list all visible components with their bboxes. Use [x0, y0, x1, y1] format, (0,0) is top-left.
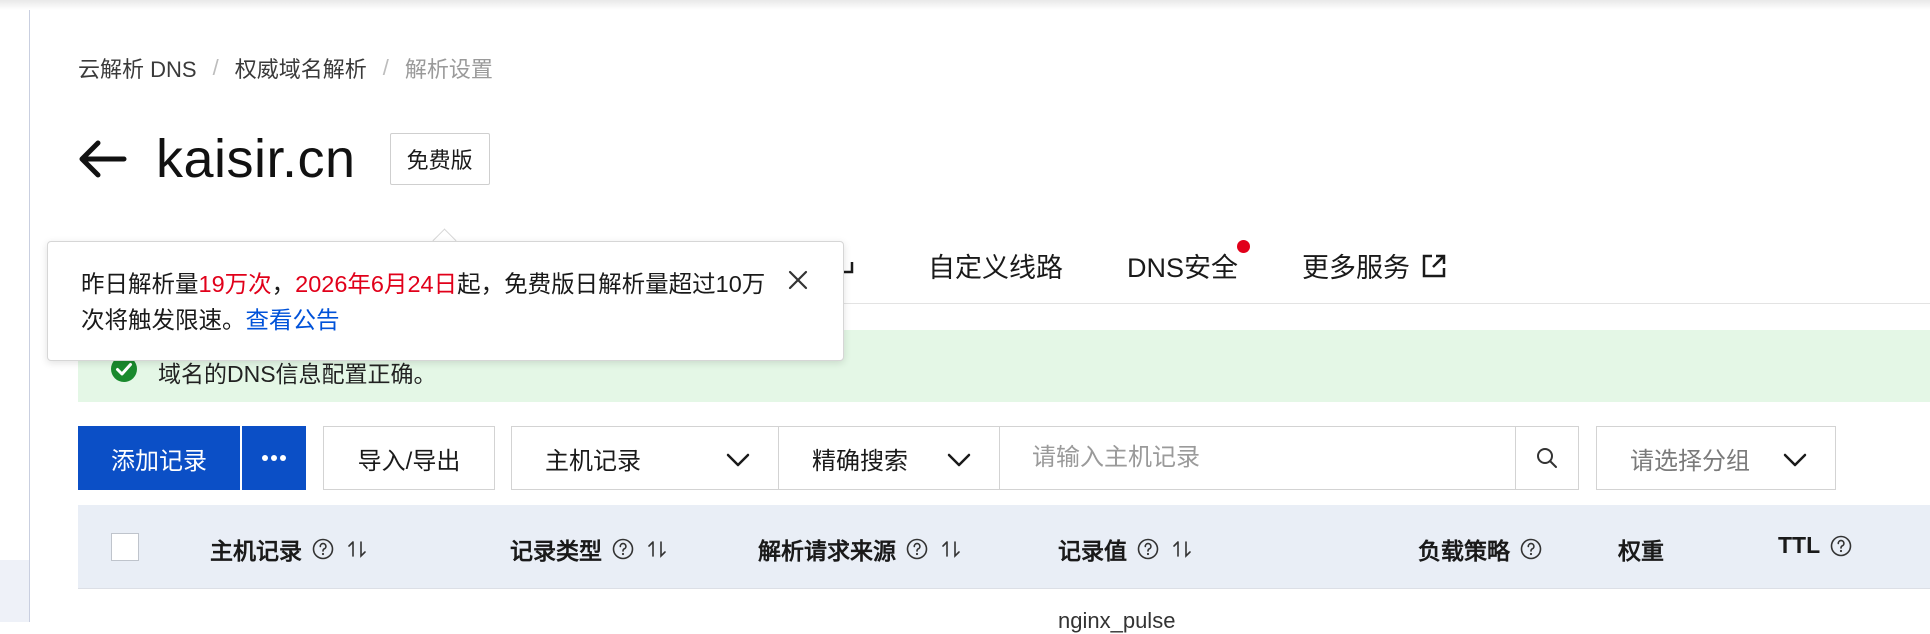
more-actions-button[interactable] [242, 426, 306, 490]
match-mode-select[interactable]: 精确搜索 [778, 426, 1000, 490]
breadcrumb: 云解析 DNS / 权威域名解析 / 解析设置 [78, 52, 493, 84]
column-label: 权重 [1618, 538, 1664, 564]
tab-dns-security[interactable]: DNS安全 [1127, 240, 1251, 285]
tab-label: 更多服务 [1302, 253, 1411, 283]
tab-label: 自定义线路 [928, 253, 1063, 283]
view-announcement-link[interactable]: 查看公告 [246, 307, 340, 333]
sort-icon[interactable] [346, 538, 368, 560]
column-request-source[interactable]: 解析请求来源 [758, 532, 962, 566]
help-circle-icon[interactable] [906, 538, 928, 560]
select-value: 精确搜索 [812, 447, 908, 475]
breadcrumb-item-authoritative[interactable]: 权威域名解析 [235, 52, 367, 84]
sort-icon[interactable] [940, 538, 962, 560]
column-record-type[interactable]: 记录类型 [510, 532, 668, 566]
column-weight: 权重 [1618, 532, 1664, 566]
group-select[interactable]: 请选择分组 [1596, 426, 1836, 490]
tooltip-text-part: ， [271, 271, 296, 297]
quota-tooltip: 昨日解析量19万次，2026年6月24日起，免费版日解析量超过10万次将触发限速… [47, 241, 844, 361]
breadcrumb-item-dns[interactable]: 云解析 DNS [78, 52, 197, 84]
plan-badge: 免费版 [389, 133, 490, 185]
chevron-down-icon [947, 453, 971, 467]
column-label: TTL [1778, 532, 1821, 558]
arrow-left-icon [79, 140, 127, 178]
select-value: 主机记录 [545, 447, 641, 475]
help-circle-icon[interactable] [1830, 535, 1852, 557]
help-circle-icon[interactable] [612, 538, 634, 560]
tooltip-highlight-date: 2026年6月24日 [295, 271, 458, 297]
breadcrumb-item-current: 解析设置 [404, 57, 493, 82]
tab-more-services[interactable]: 更多服务 [1302, 246, 1448, 285]
column-record-value[interactable]: 记录值 [1058, 532, 1193, 566]
select-placeholder: 请选择分组 [1630, 447, 1750, 475]
back-button[interactable] [76, 137, 132, 181]
tooltip-message: 昨日解析量19万次，2026年6月24日起，免费版日解析量超过10万次将触发限速… [81, 266, 781, 338]
column-ttl: TTL [1778, 532, 1852, 559]
search-button[interactable] [1515, 426, 1579, 490]
breadcrumb-separator: / [212, 55, 219, 80]
column-load-policy: 负载策略 [1418, 532, 1542, 566]
help-circle-icon[interactable] [1137, 538, 1159, 560]
column-label: 负载策略 [1418, 538, 1510, 564]
close-icon [788, 270, 808, 290]
close-button[interactable] [788, 270, 808, 295]
column-label: 解析请求来源 [758, 538, 896, 564]
sort-icon[interactable] [1171, 538, 1193, 560]
search-icon [1537, 448, 1557, 468]
tooltip-highlight-queries: 19万次 [198, 271, 272, 297]
page-title: kaisir.cn [156, 129, 356, 189]
search-input[interactable] [999, 426, 1516, 490]
column-label: 主机记录 [210, 538, 302, 564]
sort-icon[interactable] [646, 538, 668, 560]
top-bar [0, 0, 1930, 10]
tooltip-text-part: 昨日解析量 [81, 271, 199, 297]
help-circle-icon[interactable] [1520, 538, 1542, 560]
breadcrumb-separator: / [382, 55, 389, 80]
tab-bar: 自定义线路 DNS安全 更多服务 [928, 240, 1512, 285]
external-link-icon [1422, 254, 1446, 277]
chevron-down-icon [726, 453, 750, 467]
chevron-down-icon [1783, 453, 1807, 467]
help-circle-icon[interactable] [312, 538, 334, 560]
import-export-button[interactable]: 导入/导出 [323, 426, 495, 490]
notification-dot [1237, 240, 1251, 253]
tab-custom-lines[interactable]: 自定义线路 [928, 246, 1063, 285]
column-label: 记录类型 [510, 538, 602, 564]
left-sidebar-selected-item[interactable] [0, 560, 29, 622]
select-all-checkbox[interactable] [111, 533, 139, 561]
add-record-button[interactable]: 添加记录 [78, 426, 240, 490]
column-label: 记录值 [1058, 538, 1127, 564]
page-header: kaisir.cn 免费版 [76, 128, 490, 190]
more-horizontal-icon [262, 455, 286, 461]
column-host[interactable]: 主机记录 [210, 532, 368, 566]
table-row-value-partial: nginx_pulse [1058, 608, 1176, 633]
left-sidebar [0, 10, 30, 622]
tab-label: DNS安全 [1127, 253, 1239, 283]
search-field-select[interactable]: 主机记录 [511, 426, 779, 490]
